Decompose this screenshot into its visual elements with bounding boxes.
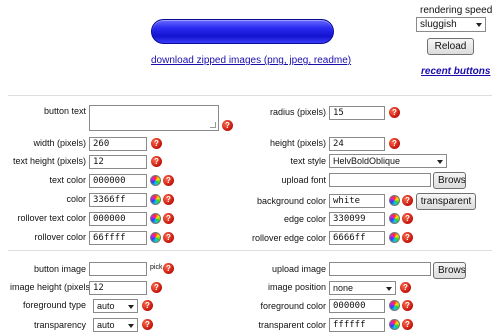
color-wheel-icon[interactable] xyxy=(150,213,161,224)
edge-color-input[interactable]: 330099 xyxy=(329,212,385,226)
help-icon[interactable]: ? xyxy=(222,120,233,131)
pick-link[interactable]: pick xyxy=(150,264,162,271)
upload-image-browse-button[interactable]: Browse... xyxy=(433,262,466,279)
foreground-color-label: foreground color xyxy=(260,301,326,311)
image-height-label: image height (pixels) xyxy=(10,282,94,292)
image-height-input[interactable]: 12 xyxy=(89,281,147,295)
text-style-select[interactable]: HelvBoldOblique xyxy=(329,154,447,168)
recent-buttons-link[interactable]: recent buttons xyxy=(421,66,490,77)
help-icon[interactable]: ? xyxy=(402,195,413,206)
text-color-label: text color xyxy=(49,175,86,185)
help-icon[interactable]: ? xyxy=(142,300,153,311)
image-position-value: none xyxy=(333,283,354,293)
rendering-speed-label: rendering speed xyxy=(420,5,493,16)
foreground-type-value: auto xyxy=(97,301,115,311)
radius-label: radius (pixels) xyxy=(269,107,326,117)
chevron-down-icon xyxy=(128,324,134,328)
image-position-label: image position xyxy=(267,282,326,292)
help-icon[interactable]: ? xyxy=(151,282,162,293)
transparency-select[interactable]: auto xyxy=(93,318,138,332)
help-icon[interactable]: ? xyxy=(402,213,413,224)
color-input[interactable]: 3366ff xyxy=(89,193,147,207)
rollover-text-color-input[interactable]: 000000 xyxy=(89,212,147,226)
text-height-input[interactable]: 12 xyxy=(89,155,147,169)
background-color-input[interactable]: white xyxy=(329,194,385,208)
text-color-input[interactable]: 000000 xyxy=(89,174,147,188)
help-icon[interactable]: ? xyxy=(142,319,153,330)
help-icon[interactable]: ? xyxy=(389,138,400,149)
chevron-down-icon xyxy=(476,23,482,27)
upload-image-label: upload image xyxy=(271,264,326,274)
image-position-select[interactable]: none xyxy=(329,281,396,295)
transparent-color-label: transparent color xyxy=(258,320,326,330)
color-wheel-icon[interactable] xyxy=(389,300,400,311)
upload-font-input[interactable] xyxy=(329,173,431,187)
background-color-label: background color xyxy=(256,196,326,206)
help-icon[interactable]: ? xyxy=(400,282,411,293)
transparent-color-input[interactable]: ffffff xyxy=(329,318,385,332)
help-icon[interactable]: ? xyxy=(151,138,162,149)
foreground-type-label: foreground type xyxy=(22,300,86,310)
rollover-color-input[interactable]: 66ffff xyxy=(89,231,147,245)
help-icon[interactable]: ? xyxy=(402,232,413,243)
divider xyxy=(8,250,492,251)
chevron-down-icon xyxy=(128,305,134,309)
transparent-button[interactable]: transparent xyxy=(416,193,476,210)
width-label: width (pixels) xyxy=(33,138,86,148)
button-image-label: button image xyxy=(33,264,86,274)
rollover-edge-color-label: rollover edge color xyxy=(251,233,326,243)
help-icon[interactable]: ? xyxy=(402,300,413,311)
width-input[interactable]: 260 xyxy=(89,137,147,151)
radius-input[interactable]: 15 xyxy=(329,106,385,120)
upload-image-input[interactable] xyxy=(329,262,431,276)
upload-font-label: upload font xyxy=(281,175,326,185)
rollover-text-color-label: rollover text color xyxy=(17,213,86,223)
help-icon[interactable]: ? xyxy=(151,156,162,167)
color-wheel-icon[interactable] xyxy=(389,213,400,224)
resize-handle-icon[interactable] xyxy=(210,122,216,128)
download-zip-link[interactable]: download zipped images (png, jpeg, readm… xyxy=(151,55,351,66)
transparency-value: auto xyxy=(97,320,115,330)
foreground-color-input[interactable]: 000000 xyxy=(329,299,385,313)
rollover-color-label: rollover color xyxy=(34,232,86,242)
color-wheel-icon[interactable] xyxy=(150,232,161,243)
reload-button[interactable]: Reload xyxy=(427,38,474,55)
button-image-input[interactable] xyxy=(89,262,147,276)
text-style-label: text style xyxy=(290,156,326,166)
help-icon[interactable]: ? xyxy=(163,175,174,186)
button-text-input[interactable] xyxy=(89,105,219,131)
help-icon[interactable]: ? xyxy=(163,194,174,205)
foreground-type-select[interactable]: auto xyxy=(93,299,138,313)
rollover-edge-color-input[interactable]: 6666ff xyxy=(329,231,385,245)
help-icon[interactable]: ? xyxy=(163,232,174,243)
chevron-down-icon xyxy=(386,287,392,291)
color-label: color xyxy=(66,194,86,204)
transparency-label: transparency xyxy=(33,320,86,330)
rendering-speed-select[interactable]: sluggish xyxy=(416,17,486,32)
color-wheel-icon[interactable] xyxy=(389,232,400,243)
height-input[interactable]: 24 xyxy=(329,137,385,151)
help-icon[interactable]: ? xyxy=(389,107,400,118)
help-icon[interactable]: ? xyxy=(402,319,413,330)
rendering-speed-value: sluggish xyxy=(420,19,457,30)
color-wheel-icon[interactable] xyxy=(150,175,161,186)
height-label: height (pixels) xyxy=(269,138,326,148)
color-wheel-icon[interactable] xyxy=(389,319,400,330)
divider xyxy=(8,95,492,96)
help-icon[interactable]: ? xyxy=(163,263,174,274)
upload-font-browse-button[interactable]: Browse... xyxy=(433,172,466,189)
color-wheel-icon[interactable] xyxy=(150,194,161,205)
button-text-label: button text xyxy=(43,106,86,116)
text-height-label: text height (pixels) xyxy=(12,156,86,166)
help-icon[interactable]: ? xyxy=(163,213,174,224)
preview-button[interactable] xyxy=(151,19,334,44)
color-wheel-icon[interactable] xyxy=(389,195,400,206)
text-style-value: HelvBoldOblique xyxy=(333,156,401,166)
chevron-down-icon xyxy=(437,160,443,164)
edge-color-label: edge color xyxy=(283,214,326,224)
